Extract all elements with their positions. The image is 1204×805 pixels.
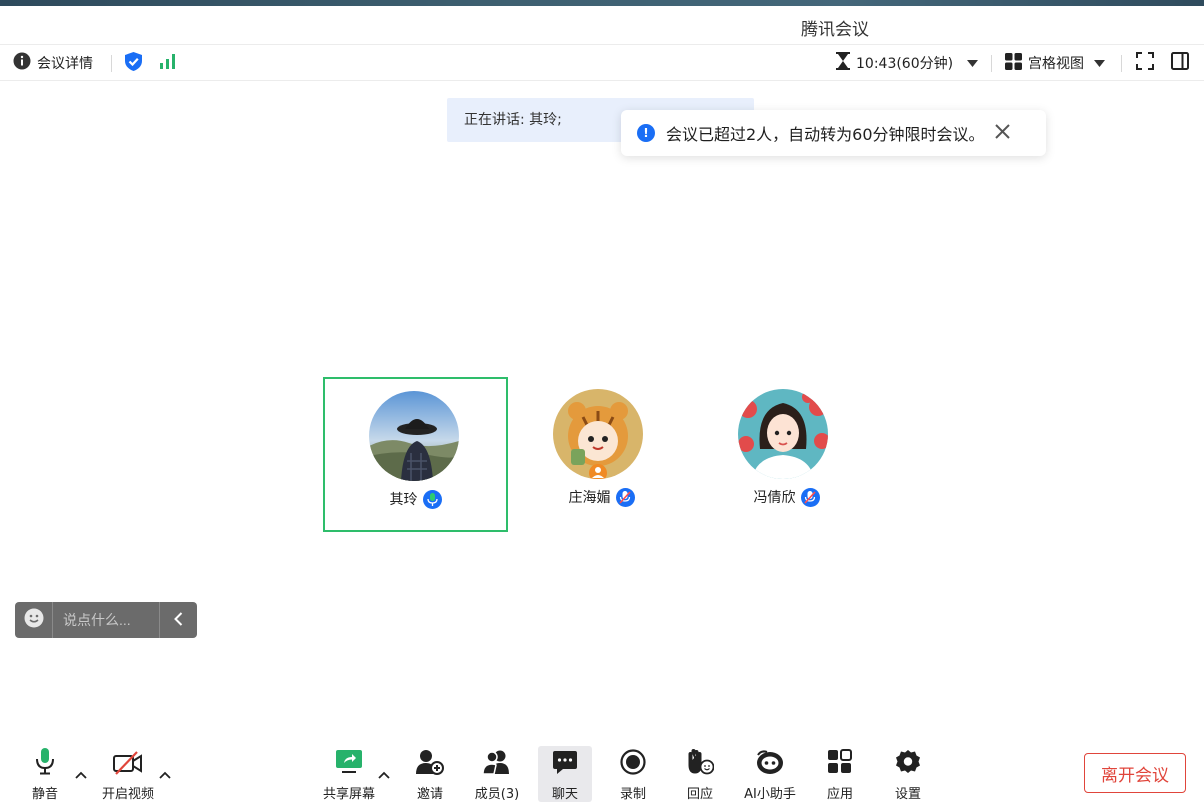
notice-text: 会议已超过2人，自动转为60分钟限时会议。 (666, 125, 985, 144)
toolbar-divider (991, 55, 992, 72)
share-screen-icon (335, 746, 363, 775)
security-shield-button[interactable] (124, 45, 143, 81)
side-panel-icon (1171, 52, 1189, 74)
react-button[interactable]: 回应 (680, 746, 720, 802)
audio-options-chevron[interactable] (75, 764, 87, 783)
caret-down-icon (1094, 55, 1105, 71)
toolbar-divider (111, 55, 112, 72)
title-bar: 腾讯会议 (0, 6, 1204, 44)
bottom-toolbar: 静音 开启视频 共享屏幕 邀请 成员(3) 聊天 录制 回应 AI小助手 应用 … (0, 740, 1204, 805)
chevron-up-icon (378, 764, 390, 783)
add-user-icon (416, 746, 444, 775)
caret-down-icon (967, 55, 979, 71)
meeting-details-label: 会议详情 (37, 56, 93, 72)
window-title: 腾讯会议 (801, 20, 869, 40)
quick-chat-bar (15, 602, 197, 638)
toolbar-divider (1121, 55, 1122, 72)
meeting-toolbar: 会议详情 10:43(60分钟) 宫格视图 (0, 44, 1204, 81)
mic-muted-icon (615, 487, 635, 507)
leave-meeting-button[interactable]: 离开会议 (1084, 753, 1186, 793)
apps-label: 应用 (826, 787, 853, 802)
gear-icon (895, 746, 921, 775)
ai-assistant-icon (755, 746, 785, 775)
invite-button[interactable]: 邀请 (410, 746, 450, 802)
members-label: 成员(3) (474, 787, 520, 802)
start-video-label: 开启视频 (101, 787, 154, 802)
shield-check-icon (124, 51, 143, 76)
settings-label: 设置 (894, 787, 921, 802)
mic-muted-icon (800, 487, 820, 507)
participant-name: 其玲 (389, 492, 418, 508)
participant-name-row: 庄海媚 (509, 487, 694, 507)
chevron-left-icon (174, 611, 183, 630)
chevron-up-icon (159, 764, 171, 783)
avatar (369, 391, 459, 481)
react-label: 回应 (686, 787, 713, 802)
video-options-chevron[interactable] (159, 764, 171, 783)
microphone-icon (35, 746, 55, 775)
apps-button[interactable]: 应用 (820, 746, 860, 802)
smiley-icon (24, 608, 44, 632)
settings-button[interactable]: 设置 (888, 746, 928, 802)
meeting-window: 腾讯会议 会议详情 10:43(60分钟) 宫格视图 正在讲话: 其玲; ! 会… (0, 0, 1204, 805)
quick-chat-input[interactable] (53, 602, 159, 638)
fullscreen-icon (1136, 52, 1154, 74)
close-icon[interactable] (994, 123, 1010, 143)
network-signal-indicator[interactable] (159, 45, 177, 81)
participant-tile[interactable]: 其玲 (323, 377, 508, 532)
record-button[interactable]: 录制 (613, 746, 653, 802)
share-screen-button[interactable]: 共享屏幕 (318, 746, 380, 802)
members-icon (482, 746, 512, 775)
avatar (553, 389, 643, 479)
raise-hand-icon (686, 746, 714, 775)
record-icon (620, 746, 646, 775)
meeting-timer-text: 10:43(60分钟) (856, 56, 954, 72)
side-panel-button[interactable] (1171, 45, 1189, 81)
record-label: 录制 (619, 787, 646, 802)
chat-label: 聊天 (551, 787, 578, 802)
apps-grid-icon (827, 746, 853, 775)
participant-name-row: 其玲 (325, 489, 506, 509)
participant-name-row: 冯倩欣 (694, 487, 879, 507)
grid-view-button[interactable]: 宫格视图 (1005, 45, 1105, 81)
grid-view-icon (1005, 52, 1022, 74)
meeting-details-button[interactable]: 会议详情 (13, 45, 93, 81)
grid-view-label: 宫格视图 (1028, 56, 1084, 72)
participant-name: 庄海媚 (568, 490, 611, 506)
mute-label: 静音 (31, 787, 58, 802)
chevron-up-icon (75, 764, 87, 783)
mic-on-icon (422, 489, 442, 509)
meeting-timer-button[interactable]: 10:43(60分钟) (836, 45, 979, 81)
time-limit-notice: ! 会议已超过2人，自动转为60分钟限时会议。 (621, 110, 1046, 156)
invite-label: 邀请 (416, 787, 443, 802)
collapse-chat-button[interactable] (159, 602, 197, 638)
signal-bars-icon (159, 53, 177, 73)
participant-name: 冯倩欣 (753, 490, 796, 506)
alert-icon: ! (637, 124, 655, 142)
avatar (738, 389, 828, 479)
share-options-chevron[interactable] (378, 764, 390, 783)
share-screen-label: 共享屏幕 (322, 787, 375, 802)
info-icon (13, 52, 31, 74)
fullscreen-button[interactable] (1136, 45, 1154, 81)
ai-assistant-label: AI小助手 (744, 787, 796, 802)
members-button[interactable]: 成员(3) (472, 746, 522, 802)
ai-assistant-button[interactable]: AI小助手 (740, 746, 800, 802)
participant-tile[interactable]: 冯倩欣 (694, 377, 879, 532)
participant-tile[interactable]: 庄海媚 (509, 377, 694, 532)
chat-button[interactable]: 聊天 (538, 746, 592, 802)
chat-bubble-icon (552, 746, 578, 775)
camera-off-icon (113, 746, 143, 775)
mute-button[interactable]: 静音 (25, 746, 65, 802)
start-video-button[interactable]: 开启视频 (98, 746, 158, 802)
hourglass-icon (836, 52, 850, 74)
emoji-button[interactable] (15, 602, 53, 638)
